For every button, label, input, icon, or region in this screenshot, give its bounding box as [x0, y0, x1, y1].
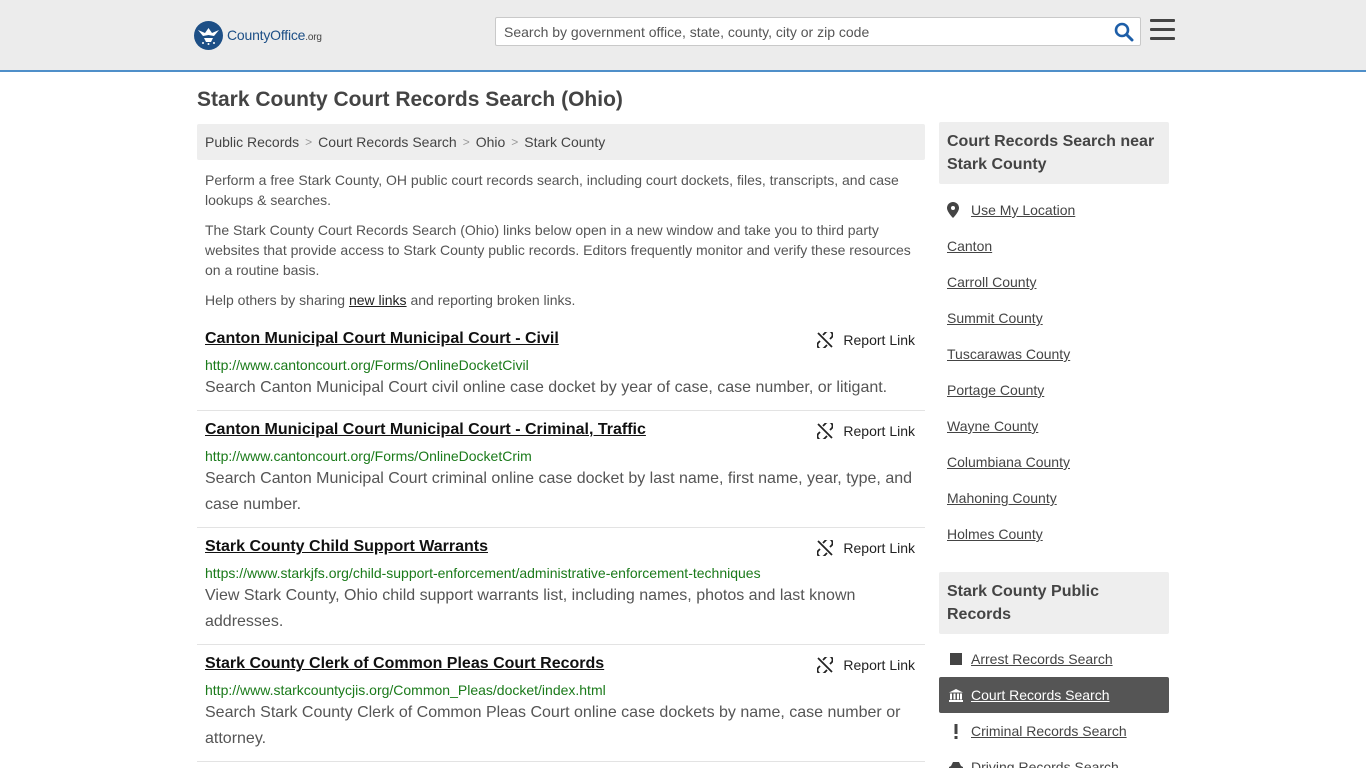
breadcrumb: Public Records > Court Records Search > …: [197, 124, 925, 160]
intro-paragraph-3: Help others by sharing new links and rep…: [205, 292, 576, 308]
sidebar-near-link[interactable]: Wayne County: [947, 418, 1038, 434]
square-icon: [949, 653, 963, 665]
breadcrumb-state[interactable]: Ohio: [476, 134, 506, 150]
entry-description: Search Canton Municipal Court civil onli…: [205, 379, 888, 396]
intro-paragraph-2: The Stark County Court Records Search (O…: [205, 222, 911, 278]
logo-main-text: CountyOffice: [227, 27, 306, 43]
sidebar-near-link[interactable]: Summit County: [947, 310, 1043, 326]
report-link-button[interactable]: Report Link: [817, 332, 915, 348]
chevron-right-icon: >: [511, 135, 519, 149]
broken-link-icon: [817, 657, 834, 673]
map-pin-icon: [947, 202, 959, 218]
sidebar-item-criminal-records[interactable]: Criminal Records Search: [939, 713, 1169, 749]
sidebar-item-arrest-records[interactable]: Arrest Records Search: [939, 641, 1169, 677]
entry-url[interactable]: https://www.starkjfs.org/child-support-e…: [205, 565, 761, 581]
entry-title-link[interactable]: Canton Municipal Court Municipal Court -…: [205, 330, 559, 348]
record-entry: Canton Municipal Court Municipal Court -…: [197, 330, 925, 411]
report-link-button[interactable]: Report Link: [817, 657, 915, 673]
sidebar-public-heading: Stark County Public Records: [939, 572, 1169, 634]
sidebar-near-link[interactable]: Carroll County: [947, 274, 1036, 290]
record-entry: Canton Municipal Court Municipal Court -…: [197, 421, 925, 528]
entry-title-link[interactable]: Stark County Clerk of Common Pleas Court…: [205, 655, 604, 673]
eagle-logo-icon: [194, 20, 223, 50]
broken-link-icon: [817, 332, 834, 348]
sidebar-near-link[interactable]: Mahoning County: [947, 490, 1057, 506]
breadcrumb-court-records[interactable]: Court Records Search: [318, 134, 457, 150]
entry-url[interactable]: http://www.cantoncourt.org/Forms/OnlineD…: [205, 448, 532, 464]
broken-link-icon: [817, 423, 834, 439]
search-input[interactable]: [496, 18, 1106, 45]
entry-description: Search Canton Municipal Court criminal o…: [205, 470, 913, 513]
sidebar-near-link[interactable]: Tuscarawas County: [947, 346, 1070, 362]
intro-paragraph-1: Perform a free Stark County, OH public c…: [205, 172, 899, 208]
hamburger-menu-icon[interactable]: [1150, 19, 1175, 41]
entry-description: View Stark County, Ohio child support wa…: [205, 587, 856, 630]
entry-title-link[interactable]: Stark County Child Support Warrants: [205, 538, 488, 556]
breadcrumb-county[interactable]: Stark County: [524, 134, 605, 150]
sidebar-near-link[interactable]: Columbiana County: [947, 454, 1070, 470]
chevron-right-icon: >: [305, 135, 313, 149]
entry-url[interactable]: http://www.starkcountycjis.org/Common_Pl…: [205, 682, 606, 698]
report-link-button[interactable]: Report Link: [817, 423, 915, 439]
search-icon[interactable]: [1114, 22, 1134, 42]
page-title: Stark County Court Records Search (Ohio): [197, 88, 623, 111]
chevron-right-icon: >: [462, 135, 470, 149]
site-logo[interactable]: CountyOffice.org: [194, 20, 322, 50]
courthouse-icon: [949, 688, 963, 702]
new-links-link[interactable]: new links: [349, 292, 407, 308]
breadcrumb-public-records[interactable]: Public Records: [205, 134, 299, 150]
entry-url[interactable]: http://www.cantoncourt.org/Forms/OnlineD…: [205, 357, 529, 373]
search-box: [495, 17, 1141, 46]
site-header: CountyOffice.org: [0, 0, 1366, 72]
sidebar-near-link[interactable]: Portage County: [947, 382, 1044, 398]
sidebar-item-driving-records[interactable]: Driving Records Search: [939, 749, 1169, 768]
entry-description: Search Stark County Clerk of Common Plea…: [205, 704, 901, 747]
logo-tld-text: .org: [305, 32, 322, 43]
sidebar-near-heading: Court Records Search near Stark County: [939, 122, 1169, 184]
car-icon: [949, 761, 963, 768]
use-my-location-link[interactable]: Use My Location: [947, 202, 1075, 218]
broken-link-icon: [817, 540, 834, 556]
report-link-button[interactable]: Report Link: [817, 540, 915, 556]
sidebar-near-link[interactable]: Holmes County: [947, 526, 1043, 542]
record-entry: Stark County Clerk of Common Pleas Court…: [197, 655, 925, 762]
record-entry: Stark County Child Support Warrants Repo…: [197, 538, 925, 645]
sidebar-near-link[interactable]: Canton: [947, 238, 992, 254]
exclamation-icon: [949, 723, 963, 739]
sidebar-item-court-records[interactable]: Court Records Search: [939, 677, 1169, 713]
entry-title-link[interactable]: Canton Municipal Court Municipal Court -…: [205, 421, 646, 439]
